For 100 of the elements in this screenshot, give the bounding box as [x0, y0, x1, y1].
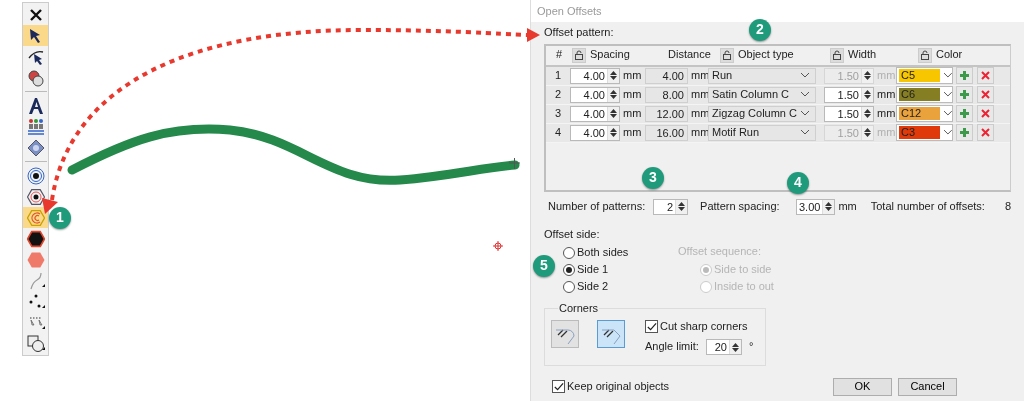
color-swatch: C5: [899, 69, 941, 83]
section-label: Offset side:: [544, 227, 601, 242]
up-arrow-icon: [610, 128, 617, 133]
color-swatch: C3: [899, 126, 941, 140]
down-arrow-icon: [732, 347, 739, 352]
down-arrow-icon: [864, 133, 871, 138]
spin-buttons[interactable]: [607, 68, 619, 83]
object-type-dropdown[interactable]: Satin Column C: [708, 86, 816, 103]
down-arrow-icon: [610, 114, 617, 119]
dropdown-value: Satin Column C: [712, 87, 790, 102]
crosshair-icon: [508, 157, 521, 170]
corner-style-button[interactable]: [551, 319, 579, 348]
color-dropdown[interactable]: C12: [896, 105, 953, 123]
add-button[interactable]: [955, 67, 973, 85]
down-arrow-icon: [610, 95, 617, 100]
row-number: 3: [553, 106, 563, 121]
window-title: Open Offsets: [531, 0, 1024, 22]
width-field[interactable]: 1.50: [824, 86, 874, 103]
unit-label: mm: [622, 125, 643, 140]
number-field[interactable]: 20: [706, 339, 742, 356]
width-field[interactable]: 1.50: [824, 105, 874, 122]
lock-button[interactable]: [720, 47, 734, 63]
spacing-field[interactable]: 4.00: [570, 67, 620, 84]
column-header: Spacing: [590, 48, 630, 63]
up-arrow-icon: [610, 109, 617, 114]
delete-button[interactable]: [976, 124, 994, 142]
checkbox-label[interactable]: Keep original objects: [567, 379, 670, 394]
plus-icon: [959, 109, 969, 119]
spin-buttons[interactable]: [675, 199, 688, 214]
checkbox-label[interactable]: Cut sharp corners: [660, 319, 748, 334]
add-button[interactable]: [955, 105, 973, 123]
spin-buttons[interactable]: [729, 340, 741, 355]
delete-button[interactable]: [976, 86, 994, 104]
row-number: 1: [553, 68, 563, 83]
add-button[interactable]: [955, 124, 973, 142]
radio-label[interactable]: Side 2: [577, 280, 609, 294]
radio-label: Inside to out: [714, 280, 774, 294]
color-dropdown[interactable]: C3: [896, 124, 953, 142]
object-type-dropdown[interactable]: Zigzag Column C: [708, 105, 816, 122]
delete-button[interactable]: [976, 105, 994, 123]
chevron-icon: [801, 92, 809, 98]
chevron-icon: [944, 111, 952, 117]
target-icon: [492, 240, 504, 252]
spin-buttons[interactable]: [861, 106, 873, 121]
lock-icon: [574, 50, 584, 61]
chevron-icon: [801, 130, 809, 136]
radio-button[interactable]: [563, 281, 575, 293]
spin-buttons[interactable]: [607, 87, 619, 102]
radio-label[interactable]: Side 1: [577, 263, 609, 277]
radio-button[interactable]: [563, 264, 575, 276]
shapes-icon: [26, 334, 45, 353]
color-dropdown[interactable]: C6: [896, 86, 953, 104]
lock-button[interactable]: [918, 47, 932, 63]
radio-label[interactable]: Both sides: [577, 246, 629, 260]
spin-buttons[interactable]: [607, 106, 619, 121]
down-arrow-icon: [610, 76, 617, 81]
spin-buttons[interactable]: [861, 87, 873, 102]
number-field[interactable]: 3.00: [795, 198, 836, 215]
field-label: Total number of offsets:: [870, 199, 985, 214]
radio-button[interactable]: [563, 247, 575, 259]
dialog-button[interactable]: OK: [833, 377, 892, 396]
check-icon: [553, 381, 564, 392]
lock-icon: [832, 50, 842, 61]
up-arrow-icon: [732, 342, 739, 347]
unit-label: mm: [622, 87, 643, 102]
count-value: 8: [1004, 199, 1011, 214]
column-header: Object type: [738, 48, 794, 63]
distance-field: 8.00: [645, 86, 688, 103]
diamond-icon: [26, 138, 45, 157]
radio-label: Side to side: [714, 263, 772, 277]
lock-button[interactable]: [572, 47, 586, 63]
spin-buttons[interactable]: [607, 125, 619, 140]
spacing-field[interactable]: 4.00: [570, 86, 620, 103]
delete-button[interactable]: [976, 67, 994, 85]
number-field[interactable]: 2: [653, 198, 689, 215]
corner-style-button[interactable]: [597, 319, 625, 348]
spacing-field[interactable]: 4.00: [570, 105, 620, 122]
checkbox[interactable]: [645, 319, 658, 333]
unit-label: mm: [622, 106, 643, 121]
object-type-dropdown[interactable]: Run: [708, 67, 816, 84]
delete-icon: [980, 109, 990, 119]
column-header: Distance: [668, 48, 711, 63]
rings-icon: [26, 166, 45, 185]
unit-label: mm: [876, 125, 896, 140]
unit-label: mm: [837, 199, 857, 214]
checkbox[interactable]: [552, 380, 565, 393]
unit-label: mm: [876, 68, 896, 83]
add-button[interactable]: [955, 86, 973, 104]
unit-label: °: [748, 340, 754, 355]
dialog-button[interactable]: Cancel: [898, 377, 957, 396]
plus-icon: [959, 71, 969, 81]
delete-icon: [980, 71, 990, 81]
tool-button[interactable]: [23, 25, 48, 46]
color-dropdown[interactable]: C5: [896, 67, 953, 85]
unit-label: mm: [622, 68, 643, 83]
spin-buttons[interactable]: [822, 199, 835, 214]
lock-button[interactable]: [830, 47, 844, 63]
object-type-dropdown[interactable]: Motif Run: [708, 124, 816, 141]
spacing-field[interactable]: 4.00: [570, 124, 620, 141]
delete-icon: [980, 90, 990, 100]
